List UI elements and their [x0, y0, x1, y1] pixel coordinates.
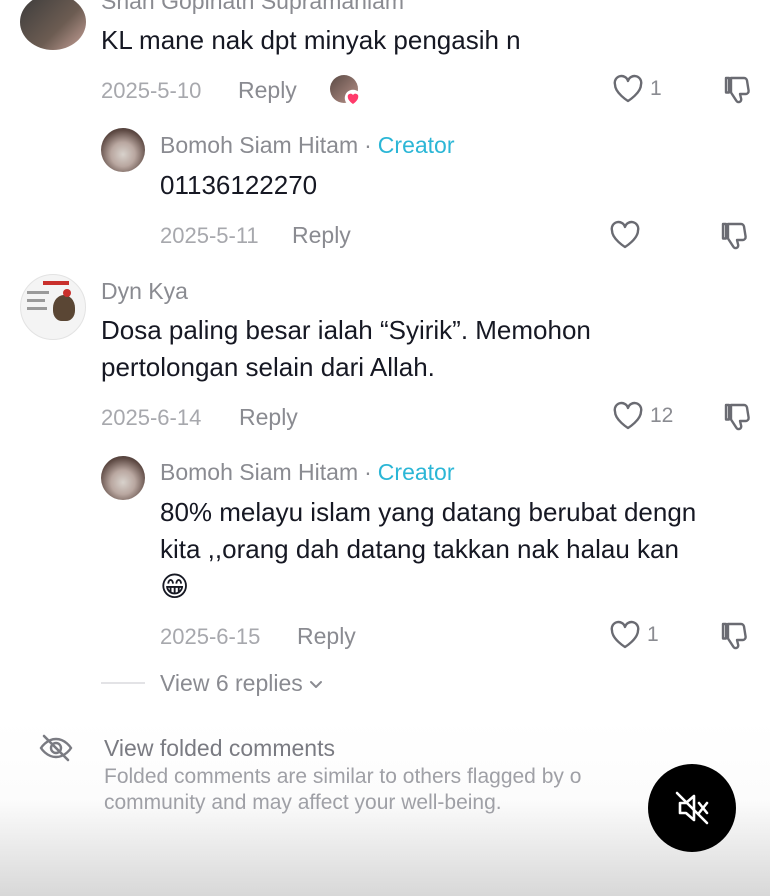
like-button[interactable]: 12	[612, 401, 673, 431]
dislike-button[interactable]	[722, 401, 754, 438]
comment-date: 2025-6-15	[160, 624, 261, 649]
creator-badge: Creator	[377, 132, 455, 158]
creator-badge: Creator	[377, 459, 455, 485]
folded-comments-description-1: Folded comments are similar to others fl…	[104, 765, 582, 788]
avatar-creator[interactable]	[101, 128, 145, 172]
comment-username[interactable]: Shah Gopinath Supramaniam	[101, 0, 404, 15]
comment-text-line-1: 80% melayu islam yang datang berubat den…	[160, 497, 697, 527]
replies-divider	[101, 682, 145, 684]
thumbs-down-icon	[724, 403, 750, 431]
like-button[interactable]: 1	[612, 74, 662, 104]
comment-date: 2025-6-14	[101, 405, 202, 430]
dislike-button[interactable]	[719, 220, 751, 257]
like-count: 1	[647, 623, 659, 646]
view-replies-button[interactable]: View 6 replies	[160, 670, 325, 697]
view-replies-label[interactable]: View 6 replies	[160, 670, 303, 697]
comment-text-line-1: Dosa paling besar ialah “Syirik”. Memoho…	[101, 315, 591, 345]
reply-button[interactable]: Reply	[239, 404, 298, 431]
comment-username[interactable]: Dyn Kya	[101, 278, 188, 305]
comment-text: 01136122270	[160, 170, 318, 200]
username-text[interactable]: Bomoh Siam Hitam	[160, 132, 358, 158]
comment-text-line-2: kita ,,orang dah datang takkan nak halau…	[160, 534, 679, 564]
avatar-commenter-1[interactable]	[20, 0, 86, 50]
separator: ·	[364, 132, 372, 158]
reply-button[interactable]: Reply	[292, 222, 351, 249]
like-button[interactable]: 1	[609, 620, 659, 650]
avatar-commenter-3[interactable]	[20, 274, 86, 340]
view-folded-comments-button[interactable]: View folded comments	[104, 735, 335, 762]
separator: ·	[364, 459, 372, 485]
comment-date: 2025-5-10	[101, 78, 202, 103]
reply-button[interactable]: Reply	[297, 623, 356, 650]
avatar-creator[interactable]	[101, 456, 145, 500]
chevron-down-icon	[309, 680, 322, 688]
username-text[interactable]: Bomoh Siam Hitam	[160, 459, 358, 485]
comment-text-line-2: pertolongan selain dari Allah.	[101, 352, 435, 382]
like-count: 1	[650, 77, 662, 100]
eye-off-icon	[38, 732, 74, 769]
heart-icon	[613, 74, 643, 103]
reply-button[interactable]: Reply	[238, 77, 297, 104]
mute-button[interactable]	[648, 764, 736, 852]
emoji-grin: 😁	[160, 570, 190, 603]
thumbs-down-icon	[724, 76, 750, 104]
comment-username[interactable]: Bomoh Siam Hitam · Creator	[160, 459, 455, 486]
comment-date: 2025-5-11	[160, 223, 259, 248]
dislike-button[interactable]	[722, 74, 754, 111]
mute-icon	[675, 791, 709, 825]
comment-username[interactable]: Bomoh Siam Hitam · Creator	[160, 132, 455, 159]
heart-icon	[610, 220, 640, 249]
heart-icon	[613, 401, 643, 430]
thumbs-down-icon	[721, 222, 747, 250]
comment-text: KL mane nak dpt minyak pengasih n	[101, 25, 521, 55]
liker-avatar	[330, 75, 362, 107]
dislike-button[interactable]	[719, 620, 751, 657]
like-count: 12	[650, 404, 674, 427]
heart-icon	[610, 620, 640, 649]
thumbs-down-icon	[721, 622, 747, 650]
folded-comments-description-2: community and may affect your well-being…	[104, 791, 502, 814]
like-button[interactable]	[609, 220, 647, 250]
